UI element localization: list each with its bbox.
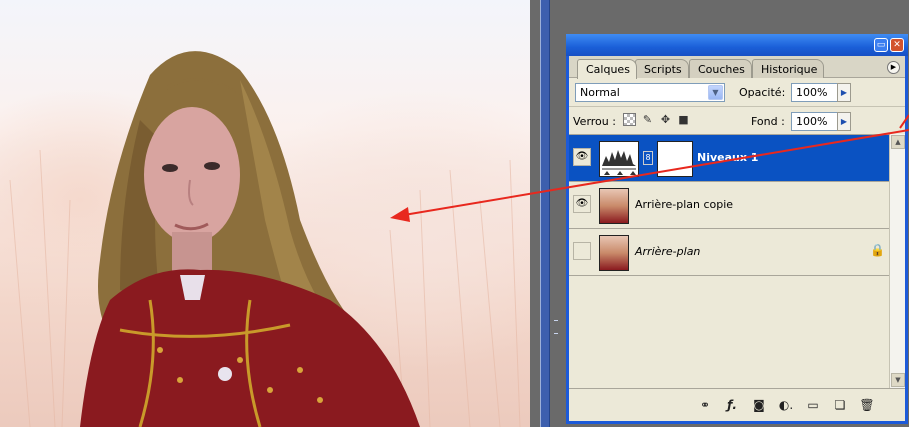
fill-label: Fond :: [751, 115, 785, 128]
trash-icon[interactable]: 🗑: [859, 397, 875, 413]
layer-row-arriere-plan[interactable]: Arrière-plan 🔒: [569, 229, 905, 276]
fill-input[interactable]: 100%: [791, 112, 839, 131]
layer-row-arriere-plan-copie[interactable]: 👁 Arrière-plan copie: [569, 182, 905, 229]
blend-mode-value: Normal: [580, 86, 620, 99]
fill-slider-arrow-icon[interactable]: ▶: [837, 112, 851, 131]
layers-palette: ▭ ✕ Calques Scripts Couches Historique ▶…: [566, 34, 908, 424]
lock-row: Verrou : ✎ ✥ ■ Fond : 100% ▶: [569, 106, 905, 134]
panel-splitter[interactable]: [540, 0, 558, 427]
levels-adjustment-thumbnail: [599, 141, 639, 177]
chevron-down-icon[interactable]: ▼: [708, 85, 723, 100]
layer-list: 👁 8 Niveaux 1 👁 Arrière-plan copie Arriè…: [569, 134, 905, 388]
eye-icon[interactable]: 👁: [573, 148, 591, 166]
lock-icon: 🔒: [870, 243, 885, 257]
scroll-down-icon[interactable]: ▼: [891, 373, 905, 387]
lock-pixels-brush-icon[interactable]: ✎: [641, 113, 654, 126]
layer-style-icon[interactable]: ƒ.: [724, 397, 740, 413]
palette-bottom-toolbar: ⚭ ƒ. ◙ ◐. ▭ ❏ 🗑: [569, 388, 905, 421]
opacity-slider-arrow-icon[interactable]: ▶: [837, 83, 851, 102]
eye-icon[interactable]: 👁: [573, 195, 591, 213]
grip-icon: [554, 320, 558, 334]
blend-row: Normal ▼ Opacité: 100% ▶: [569, 78, 905, 106]
opacity-input[interactable]: 100%: [791, 83, 839, 102]
adjustment-icon[interactable]: ◐.: [778, 397, 794, 413]
lock-options: ✎ ✥ ■: [623, 113, 690, 126]
photo-canvas: [0, 0, 530, 427]
palette-tabs: Calques Scripts Couches Historique ▶: [569, 56, 905, 79]
new-layer-icon[interactable]: ❏: [832, 397, 848, 413]
layer-name: Niveaux 1: [697, 151, 759, 164]
portrait-image: [9, 51, 521, 427]
palette-menu-icon[interactable]: ▶: [887, 61, 900, 74]
layer-thumbnail: [599, 235, 629, 271]
folder-icon[interactable]: ▭: [805, 397, 821, 413]
layer-name: Arrière-plan copie: [635, 198, 734, 211]
eye-hidden-icon[interactable]: [573, 242, 591, 260]
layer-name: Arrière-plan: [635, 245, 701, 258]
histogram-icon: [602, 150, 636, 175]
scroll-up-icon[interactable]: ▲: [891, 135, 905, 149]
blend-mode-select[interactable]: Normal ▼: [575, 83, 725, 102]
tab-calques[interactable]: Calques: [577, 59, 637, 79]
layer-thumbnail: [599, 188, 629, 224]
tab-couches[interactable]: Couches: [689, 59, 752, 78]
close-icon[interactable]: ✕: [890, 38, 904, 52]
tab-scripts[interactable]: Scripts: [635, 59, 689, 78]
lock-label: Verrou :: [573, 115, 616, 128]
lock-transparency-icon[interactable]: [623, 113, 636, 126]
opacity-label: Opacité:: [739, 86, 786, 99]
minimize-icon[interactable]: ▭: [874, 38, 888, 52]
layer-mask-thumbnail[interactable]: [657, 141, 693, 177]
layer-row-niveaux-1[interactable]: 👁 8 Niveaux 1: [569, 135, 905, 182]
lock-position-move-icon[interactable]: ✥: [659, 113, 672, 126]
layer-list-scrollbar[interactable]: ▲ ▼: [889, 134, 905, 388]
tab-historique[interactable]: Historique: [752, 59, 825, 78]
lock-all-icon[interactable]: ■: [677, 113, 690, 126]
mask-icon[interactable]: ◙: [751, 397, 767, 413]
link-icon[interactable]: ⚭: [697, 397, 713, 413]
link-chain-icon[interactable]: 8: [643, 151, 653, 165]
palette-titlebar[interactable]: ▭ ✕: [566, 34, 908, 56]
